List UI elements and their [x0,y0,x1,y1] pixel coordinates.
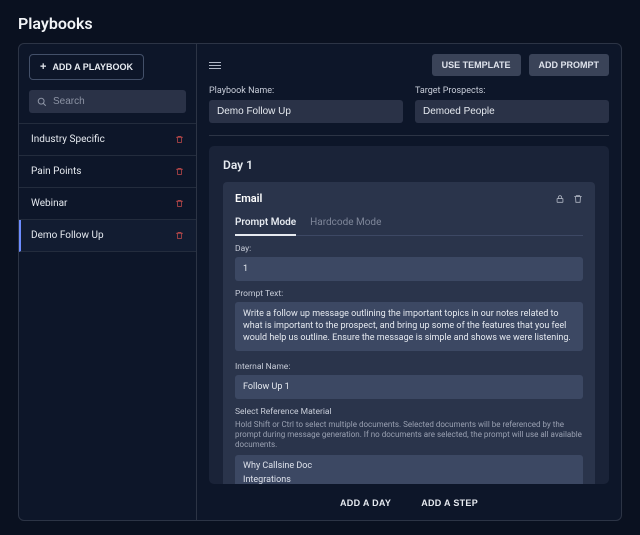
playbook-item-label: Webinar [31,198,67,209]
step-card: Email Prompt Mode Hardcode Mode [223,182,595,484]
step-title: Email [235,192,262,205]
playbook-item-pain-points[interactable]: Pain Points [19,156,196,188]
reference-material-hint: Hold Shift or Ctrl to select multiple do… [235,420,583,451]
playbook-item-webinar[interactable]: Webinar [19,188,196,220]
search-input[interactable] [53,96,178,107]
prompt-text-input[interactable] [235,302,583,350]
tab-prompt-mode[interactable]: Prompt Mode [235,213,296,236]
reference-material-select[interactable]: Why Callsine Doc Integrations Teams Func… [235,455,583,484]
target-prospects-input[interactable] [415,100,609,123]
prompt-text-label: Prompt Text: [235,289,583,299]
menu-icon[interactable] [209,62,221,69]
page-title: Playbooks [0,0,640,43]
playbook-item-label: Demo Follow Up [31,230,104,241]
target-prospects-label: Target Prospects: [415,86,609,96]
use-template-button[interactable]: USE TEMPLATE [432,54,521,76]
trash-icon[interactable] [175,135,184,144]
reference-material-label: Select Reference Material [235,407,583,417]
day-label: Day: [235,244,583,254]
add-day-button[interactable]: ADD A DAY [340,498,391,508]
top-actions: USE TEMPLATE ADD PROMPT [432,54,609,76]
add-prompt-button[interactable]: ADD PROMPT [529,54,610,76]
main-panel: + ADD A PLAYBOOK Industry Specific Pain … [18,43,622,521]
playbook-item-industry-specific[interactable]: Industry Specific [19,123,196,156]
day-input[interactable] [235,257,583,281]
day-title: Day 1 [223,158,595,172]
internal-name-label: Internal Name: [235,362,583,372]
playbook-item-label: Industry Specific [31,134,105,145]
playbook-item-demo-follow-up[interactable]: Demo Follow Up [19,220,196,252]
mode-tabs: Prompt Mode Hardcode Mode [235,213,583,236]
add-playbook-button[interactable]: + ADD A PLAYBOOK [29,54,144,80]
bottom-actions: ADD A DAY ADD A STEP [209,494,609,508]
search-icon [37,97,47,107]
reference-option[interactable]: Integrations [235,473,583,484]
reference-option[interactable]: Why Callsine Doc [235,459,583,473]
playbook-name-label: Playbook Name: [209,86,403,96]
playbook-list: Industry Specific Pain Points Webinar De… [19,123,196,252]
playbook-item-label: Pain Points [31,166,81,177]
lock-icon[interactable] [555,194,565,204]
trash-icon[interactable] [175,199,184,208]
trash-icon[interactable] [175,167,184,176]
search-wrap[interactable] [29,90,186,113]
topbar: USE TEMPLATE ADD PROMPT [209,54,609,76]
day-card: Day 1 Email Prompt Mode Hardco [209,146,609,484]
main-content: USE TEMPLATE ADD PROMPT Playbook Name: T… [197,44,621,520]
add-playbook-label: ADD A PLAYBOOK [52,62,133,72]
trash-icon[interactable] [573,194,583,204]
sidebar: + ADD A PLAYBOOK Industry Specific Pain … [19,44,197,520]
add-step-button[interactable]: ADD A STEP [421,498,478,508]
form-fields: Playbook Name: Target Prospects: [209,86,609,136]
tab-hardcode-mode[interactable]: Hardcode Mode [310,213,381,235]
playbook-name-input[interactable] [209,100,403,123]
internal-name-input[interactable] [235,375,583,399]
trash-icon[interactable] [175,231,184,240]
